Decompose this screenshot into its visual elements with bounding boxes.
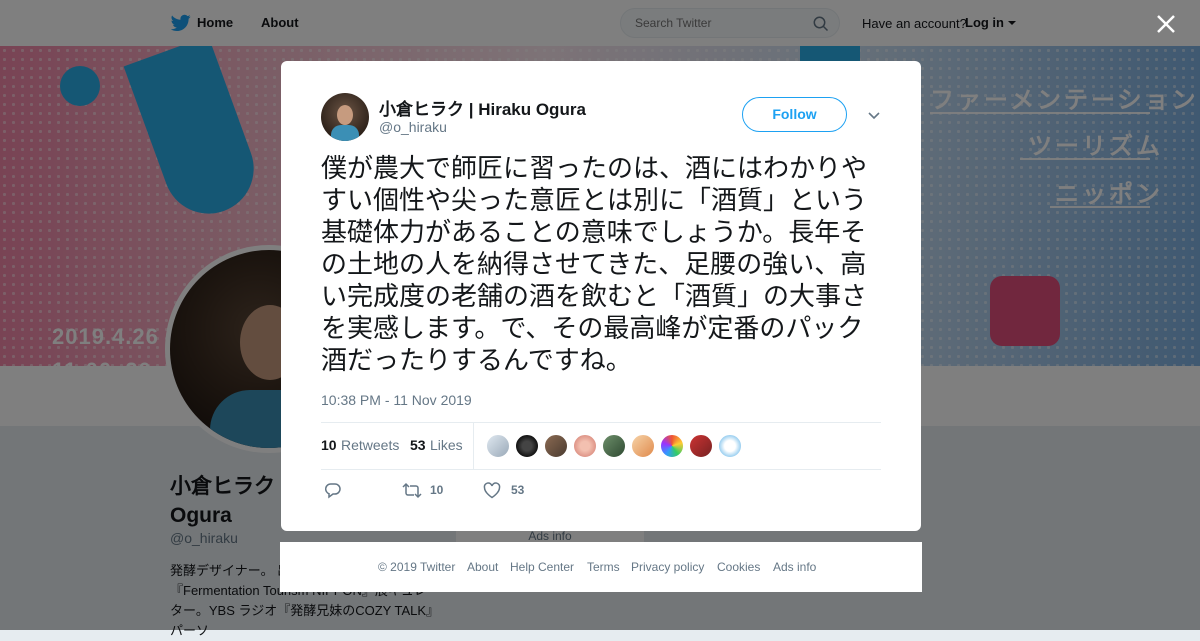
liker-avatar[interactable] — [718, 434, 742, 458]
author-handle[interactable]: @o_hiraku — [379, 119, 447, 135]
liker-avatar[interactable] — [689, 434, 713, 458]
footer-privacy[interactable]: Privacy policy — [631, 560, 704, 574]
divider — [321, 469, 881, 470]
avatar-face — [337, 105, 353, 125]
like-count[interactable]: 53 — [410, 437, 426, 453]
liker-avatar[interactable] — [515, 434, 539, 458]
follow-button[interactable]: Follow — [742, 97, 847, 132]
liker-avatar[interactable] — [631, 434, 655, 458]
footer-about[interactable]: About — [467, 560, 498, 574]
heart-icon[interactable] — [483, 482, 501, 499]
close-icon[interactable] — [1154, 12, 1178, 36]
footer-ads-info[interactable]: Ads info — [773, 560, 816, 574]
modal-footer: © 2019 Twitter About Help Center Terms P… — [280, 542, 922, 592]
footer-terms[interactable]: Terms — [587, 560, 620, 574]
tweet-modal: 小倉ヒラク | Hiraku Ogura @o_hiraku Follow 僕が… — [281, 61, 921, 531]
divider — [473, 423, 474, 469]
footer-help-center[interactable]: Help Center — [510, 560, 574, 574]
divider — [321, 422, 881, 423]
tweet-text: 僕が農大で師匠に習ったのは、酒にはわかりやすい個性や尖った意匠とは別に「酒質」と… — [321, 154, 868, 376]
footer-cookies[interactable]: Cookies — [717, 560, 760, 574]
avatar-shirt — [331, 125, 359, 141]
retweets-label[interactable]: Retweets — [341, 437, 399, 453]
reply-icon[interactable] — [324, 482, 342, 499]
liker-avatar[interactable] — [602, 434, 626, 458]
liker-avatar[interactable] — [660, 434, 684, 458]
liker-avatar[interactable] — [573, 434, 597, 458]
liker-avatar[interactable] — [486, 434, 510, 458]
retweet-action-count[interactable]: 10 — [430, 483, 443, 497]
retweet-count[interactable]: 10 — [321, 437, 337, 453]
likes-label[interactable]: Likes — [430, 437, 463, 453]
like-action-count[interactable]: 53 — [511, 483, 524, 497]
author-name[interactable]: 小倉ヒラク | Hiraku Ogura — [379, 95, 586, 120]
chevron-down-icon[interactable] — [867, 111, 881, 121]
footer-copyright: © 2019 Twitter — [378, 560, 456, 574]
author-avatar[interactable] — [321, 93, 369, 141]
liker-avatar[interactable] — [544, 434, 568, 458]
tweet-timestamp[interactable]: 10:38 PM - 11 Nov 2019 — [321, 392, 472, 408]
retweet-icon[interactable] — [402, 482, 422, 499]
